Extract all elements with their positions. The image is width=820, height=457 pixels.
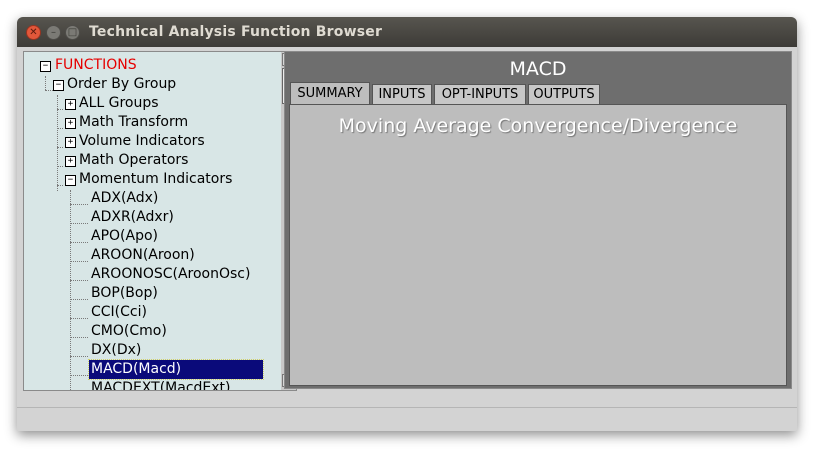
function-summary: Moving Average Convergence/Divergence <box>338 115 738 137</box>
tree-item-aroon[interactable]: AROON(Aroon) <box>91 246 195 265</box>
tree-item-macdext[interactable]: MACDEXT(MacdExt) <box>91 379 231 390</box>
close-icon[interactable]: ✕ <box>26 25 41 40</box>
tree-item-apo[interactable]: APO(Apo) <box>91 227 158 246</box>
summary-tab-content: Moving Average Convergence/Divergence <box>289 104 787 386</box>
tree-category-all-groups[interactable]: ALL Groups <box>79 94 159 113</box>
expand-icon[interactable]: + <box>65 99 76 110</box>
collapse-icon[interactable]: − <box>65 175 76 186</box>
expand-icon[interactable]: + <box>65 118 76 129</box>
tab-inputs[interactable]: INPUTS <box>372 84 432 104</box>
collapse-icon[interactable]: − <box>53 80 64 91</box>
tree-item-adxr[interactable]: ADXR(Adxr) <box>91 208 174 227</box>
tree-item-cmo[interactable]: CMO(Cmo) <box>91 322 167 341</box>
bottom-panel <box>17 407 797 431</box>
tab-opt-inputs[interactable]: OPT-INPUTS <box>434 84 526 104</box>
window-title: Technical Analysis Function Browser <box>89 24 383 40</box>
tree-item-macd-selected[interactable]: MACD(Macd) <box>88 359 264 380</box>
tree-category-math-transform[interactable]: Math Transform <box>79 113 188 132</box>
tree-category-math-operators[interactable]: Math Operators <box>79 151 188 170</box>
function-detail-panel: MACD SUMMARY INPUTS OPT-INPUTS OUTPUTS M… <box>284 51 792 389</box>
function-name: MACD <box>509 58 567 80</box>
title-bar[interactable]: ✕ – □ Technical Analysis Function Browse… <box>17 17 797 47</box>
function-tree[interactable]: − FUNCTIONS − Order By Group + ALL Group… <box>23 51 283 391</box>
expand-icon[interactable]: + <box>65 156 76 167</box>
tree-group-order-by-group[interactable]: Order By Group <box>67 75 176 94</box>
tree-category-volume-indicators[interactable]: Volume Indicators <box>79 132 205 151</box>
tree-item-aroonosc[interactable]: AROONOSC(AroonOsc) <box>91 265 250 284</box>
content-area: − FUNCTIONS − Order By Group + ALL Group… <box>17 47 797 431</box>
maximize-icon[interactable]: □ <box>65 25 80 40</box>
collapse-icon[interactable]: − <box>40 61 51 72</box>
tree-root-functions[interactable]: FUNCTIONS <box>55 56 137 75</box>
tree-category-momentum-indicators[interactable]: Momentum Indicators <box>79 170 232 189</box>
tab-summary[interactable]: SUMMARY <box>290 82 370 104</box>
app-window: ✕ – □ Technical Analysis Function Browse… <box>17 17 797 431</box>
tree-item-bop[interactable]: BOP(Bop) <box>91 284 158 303</box>
expand-icon[interactable]: + <box>65 137 76 148</box>
minimize-icon[interactable]: – <box>46 25 61 40</box>
tree-item-cci[interactable]: CCI(Cci) <box>91 303 147 322</box>
tree-item-dx[interactable]: DX(Dx) <box>91 341 141 360</box>
tab-outputs[interactable]: OUTPUTS <box>528 84 600 104</box>
tree-item-adx[interactable]: ADX(Adx) <box>91 189 158 208</box>
